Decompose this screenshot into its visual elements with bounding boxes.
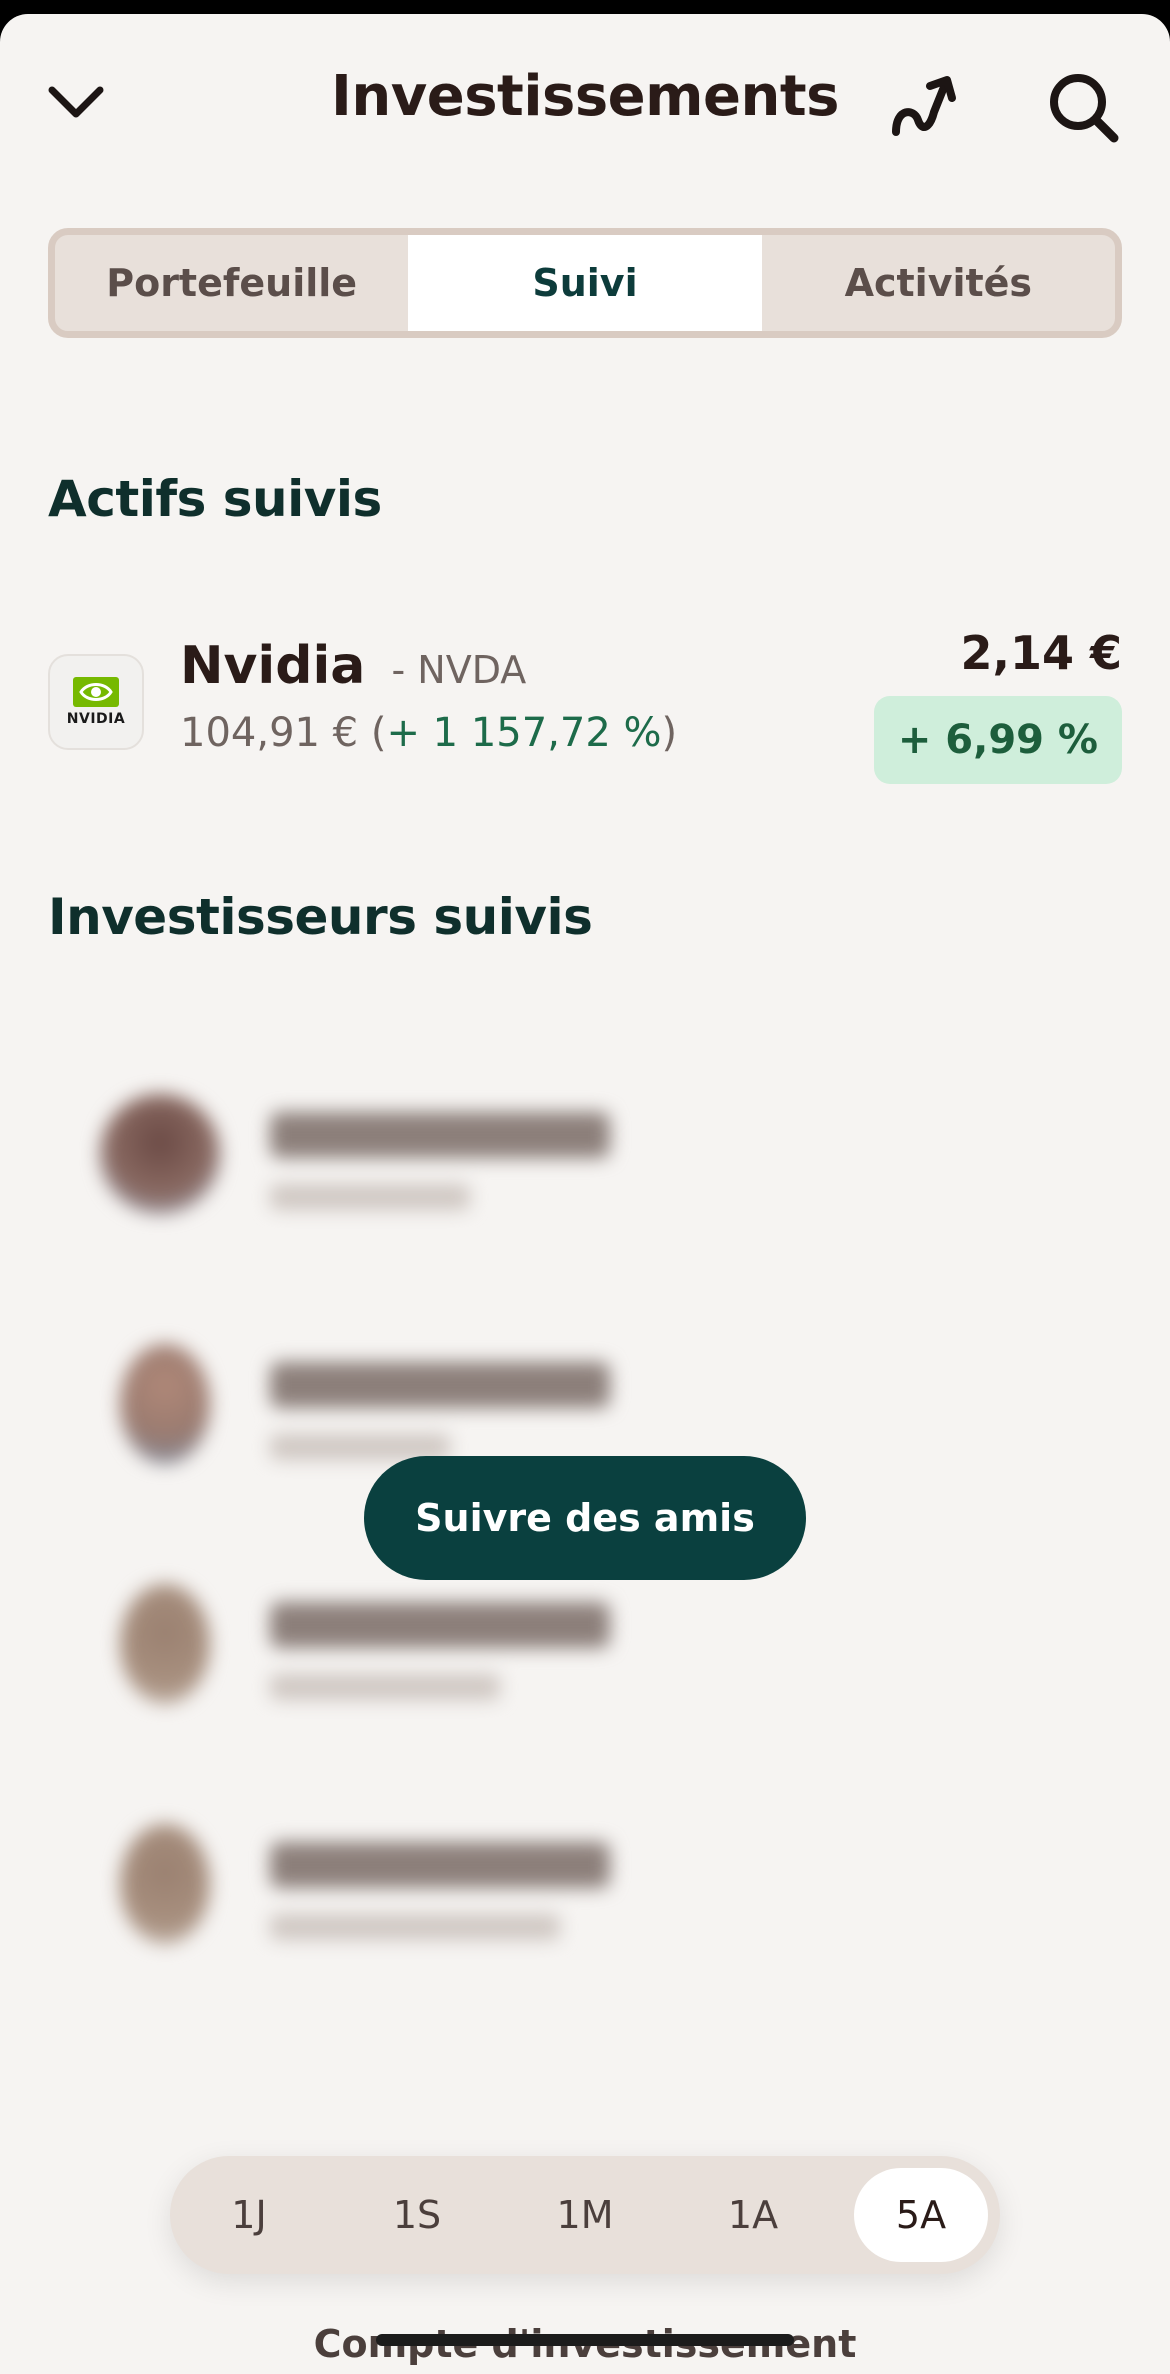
time-range-selector: 1J 1S 1M 1A 5A xyxy=(170,2156,1000,2274)
asset-change-badge: + 6,99 % xyxy=(873,696,1122,784)
header: Investissements xyxy=(0,14,1170,174)
avatar xyxy=(100,1094,220,1214)
page-title: Investissements xyxy=(331,64,839,129)
asset-gain: + 1 157,72 % xyxy=(386,710,662,756)
tab-activites[interactable]: Activités xyxy=(762,235,1115,331)
trend-arrow-icon xyxy=(892,76,956,136)
logo-text: NVIDIA xyxy=(66,711,126,727)
view-tabs: Portefeuille Suivi Activités xyxy=(48,228,1122,338)
asset-name-text: Nvidia xyxy=(180,636,366,696)
search-icon xyxy=(1050,74,1119,143)
trend-button[interactable] xyxy=(884,68,964,148)
avatar xyxy=(120,1344,210,1464)
blurred-name xyxy=(270,1112,610,1158)
blurred-name xyxy=(270,1362,610,1408)
range-5a[interactable]: 5A xyxy=(854,2168,988,2262)
blurred-name xyxy=(270,1842,610,1888)
screen: Investissements Portefeuille Suivi Activ… xyxy=(0,14,1170,2374)
followed-investors-title: Investisseurs suivis xyxy=(48,888,593,946)
range-1a[interactable]: 1A xyxy=(686,2168,820,2262)
home-indicator[interactable] xyxy=(376,2334,794,2346)
followed-assets-title: Actifs suivis xyxy=(48,470,382,528)
asset-value: 2,14 € xyxy=(960,626,1122,680)
avatar xyxy=(120,1584,210,1704)
nvidia-logo: NVIDIA xyxy=(48,654,144,750)
tab-portefeuille[interactable]: Portefeuille xyxy=(55,235,408,331)
follow-friends-button[interactable]: Suivre des amis xyxy=(364,1456,806,1580)
list-item xyxy=(100,1584,700,1724)
asset-row-nvidia[interactable]: NVIDIA Nvidia - NVDA 104,91 € (+ 1 157,7… xyxy=(48,614,1122,794)
blurred-subtitle xyxy=(270,1674,500,1700)
asset-ticker: - NVDA xyxy=(391,648,527,692)
list-item xyxy=(100,1094,700,1234)
asset-price: 104,91 € xyxy=(180,710,359,756)
blurred-subtitle xyxy=(270,1914,560,1940)
avatar xyxy=(120,1824,210,1944)
blurred-subtitle xyxy=(270,1184,470,1210)
asset-name: Nvidia - NVDA xyxy=(180,636,526,696)
paren-open: ( xyxy=(370,710,387,756)
search-button[interactable] xyxy=(1044,68,1124,148)
blurred-name xyxy=(270,1602,610,1648)
range-1j[interactable]: 1J xyxy=(182,2168,316,2262)
range-1s[interactable]: 1S xyxy=(350,2168,484,2262)
list-item xyxy=(100,1824,700,1964)
range-1m[interactable]: 1M xyxy=(518,2168,652,2262)
tab-suivi[interactable]: Suivi xyxy=(408,235,762,331)
nvidia-eye-icon xyxy=(73,677,119,707)
paren-close: ) xyxy=(661,710,678,756)
asset-price-line: 104,91 € (+ 1 157,72 %) xyxy=(180,710,677,756)
